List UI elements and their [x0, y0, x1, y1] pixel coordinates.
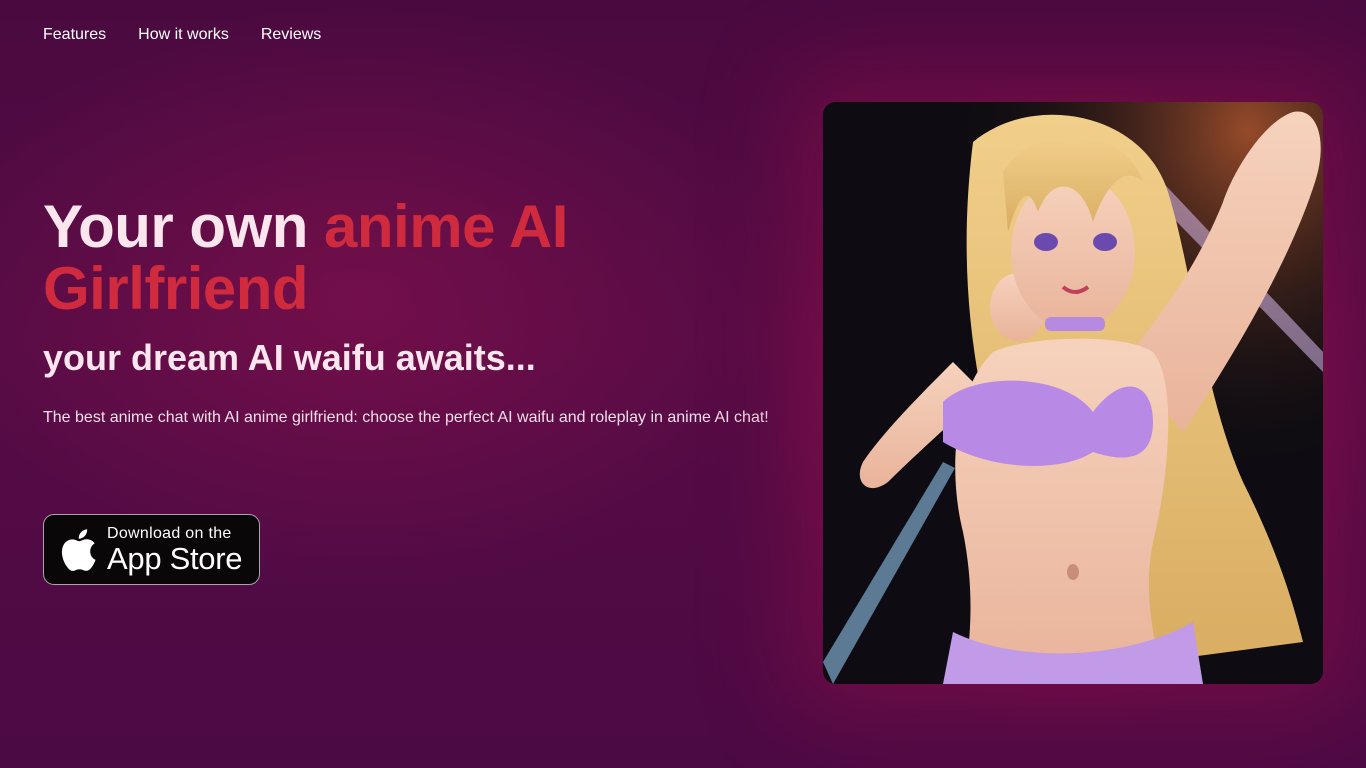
- top-nav: Features How it works Reviews: [43, 26, 321, 44]
- hero-headline: Your own anime AI Girlfriend: [43, 196, 803, 320]
- app-store-large-text: App Store: [107, 540, 243, 576]
- app-store-button[interactable]: Download on the App Store: [43, 514, 260, 585]
- nav-link-reviews[interactable]: Reviews: [261, 26, 321, 44]
- app-store-small-text: Download on the: [107, 524, 232, 542]
- hero-illustration: [823, 102, 1323, 684]
- hero-image: [823, 102, 1323, 684]
- nav-link-features[interactable]: Features: [43, 26, 106, 44]
- hero-subheadline: your dream AI waifu awaits...: [43, 337, 536, 378]
- headline-prefix: Your own: [43, 193, 308, 260]
- nav-link-how-it-works[interactable]: How it works: [138, 26, 229, 44]
- apple-icon: [61, 528, 96, 571]
- hero-section: Your own anime AI Girlfriend your dream …: [43, 196, 803, 428]
- app-store-text: Download on the App Store: [107, 525, 242, 575]
- hero-description: The best anime chat with AI anime girlfr…: [43, 409, 769, 426]
